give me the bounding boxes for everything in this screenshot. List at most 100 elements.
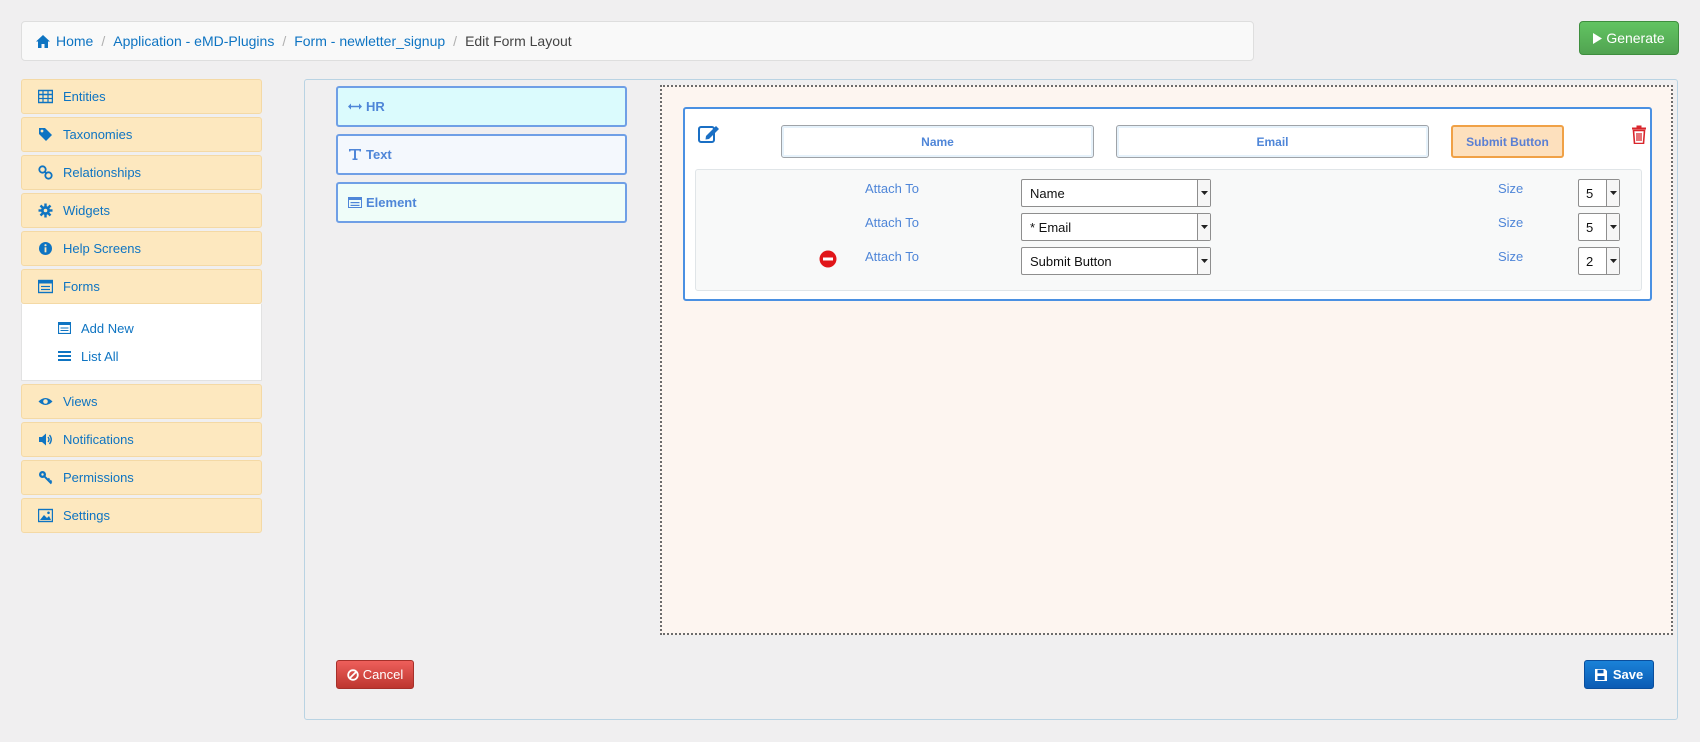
attach-to-select[interactable]: Submit Button xyxy=(1021,247,1211,275)
sidebar-subitem-add-new[interactable]: Add New xyxy=(58,314,261,342)
forms-submenu: Add New List All xyxy=(21,304,262,381)
sidebar-item-permissions[interactable]: Permissions xyxy=(21,460,262,495)
table-icon xyxy=(38,89,53,104)
size-label: Size xyxy=(1498,215,1524,230)
floppy-disk-icon xyxy=(1594,668,1607,681)
layout-row[interactable]: Name Email Submit Button Attach To Name … xyxy=(683,107,1652,301)
sidebar: Entities Taxonomies Relationships Widget… xyxy=(21,79,262,536)
field-chip-email[interactable]: Email xyxy=(1116,125,1429,158)
breadcrumb-home-label: Home xyxy=(56,33,94,49)
breadcrumb-form-label: Form - newletter_signup xyxy=(294,33,446,49)
size-select[interactable]: 5 xyxy=(1578,179,1620,207)
attach-to-select[interactable]: * Email xyxy=(1021,213,1211,241)
tool-text[interactable]: Text xyxy=(336,134,627,175)
sidebar-item-taxonomies[interactable]: Taxonomies xyxy=(21,117,262,152)
breadcrumb-separator: / xyxy=(101,33,106,49)
form-icon xyxy=(38,279,53,294)
sidebar-item-notifications[interactable]: Notifications xyxy=(21,422,262,457)
sidebar-item-views[interactable]: Views xyxy=(21,384,262,419)
field-chip-label: Submit Button xyxy=(1466,134,1549,149)
size-value: 5 xyxy=(1586,185,1594,201)
eye-icon xyxy=(38,398,53,405)
breadcrumb-separator: / xyxy=(453,33,458,49)
dropdown-arrow-icon xyxy=(1606,214,1619,240)
sidebar-item-settings[interactable]: Settings xyxy=(21,498,262,533)
cancel-button[interactable]: Cancel xyxy=(336,660,414,689)
size-value: 2 xyxy=(1586,253,1594,269)
breadcrumb-form[interactable]: Form - newletter_signup xyxy=(294,33,445,49)
breadcrumb-application-label: Application - eMD-Plugins xyxy=(113,33,275,49)
tool-element-label: Element xyxy=(366,195,417,210)
trash-icon[interactable] xyxy=(1631,125,1647,144)
breadcrumb: Home / Application - eMD-Plugins / Form … xyxy=(21,21,1254,61)
sidebar-item-entities[interactable]: Entities xyxy=(21,79,262,114)
save-button[interactable]: Save xyxy=(1584,660,1654,689)
volume-icon xyxy=(39,433,52,446)
sidebar-item-label: Relationships xyxy=(63,165,142,180)
sidebar-item-help-screens[interactable]: Help Screens xyxy=(21,231,262,266)
sidebar-subitem-label: List All xyxy=(81,348,119,364)
dropdown-arrow-icon xyxy=(1197,248,1210,274)
attach-panel: Attach To Name Size 5 Attach To * Email xyxy=(695,169,1642,291)
breadcrumb-application[interactable]: Application - eMD-Plugins xyxy=(113,33,274,49)
arrows-horizontal-icon xyxy=(348,103,362,110)
size-label: Size xyxy=(1498,249,1524,264)
cancel-label: Cancel xyxy=(362,667,404,682)
sidebar-item-label: Widgets xyxy=(63,203,110,218)
attach-to-value: Name xyxy=(1030,185,1065,201)
dropdown-arrow-icon xyxy=(1197,180,1210,206)
gear-icon xyxy=(38,203,53,218)
dropdown-arrow-icon xyxy=(1197,214,1210,240)
sidebar-item-label: Settings xyxy=(63,508,110,523)
attach-to-select[interactable]: Name xyxy=(1021,179,1211,207)
sidebar-item-label: Permissions xyxy=(63,470,134,485)
ban-icon xyxy=(347,668,359,681)
edit-icon[interactable] xyxy=(698,124,720,144)
attach-to-value: * Email xyxy=(1030,219,1072,235)
layout-canvas[interactable]: Name Email Submit Button Attach To Name … xyxy=(660,85,1673,635)
field-chip-name[interactable]: Name xyxy=(781,125,1094,158)
sidebar-item-forms[interactable]: Forms xyxy=(21,269,262,304)
field-chip-label: Email xyxy=(1256,134,1289,149)
sidebar-item-relationships[interactable]: Relationships xyxy=(21,155,262,190)
remove-circle-icon[interactable] xyxy=(819,250,837,268)
attach-to-value: Submit Button xyxy=(1030,253,1112,269)
breadcrumb-home[interactable]: Home xyxy=(36,33,93,49)
dropdown-arrow-icon xyxy=(1606,180,1619,206)
sidebar-item-widgets[interactable]: Widgets xyxy=(21,193,262,228)
attach-to-label: Attach To xyxy=(865,249,919,264)
generate-button[interactable]: Generate xyxy=(1579,21,1679,55)
layout-editor: HR Text Element Name Email Submit Button… xyxy=(304,79,1678,720)
size-value: 5 xyxy=(1586,219,1594,235)
sidebar-item-label: Help Screens xyxy=(63,241,142,256)
form-icon xyxy=(58,322,71,334)
attach-row: Attach To * Email Size 5 xyxy=(696,213,1641,243)
field-chip-submit-button[interactable]: Submit Button xyxy=(1451,125,1564,158)
sidebar-item-label: Entities xyxy=(63,89,106,104)
size-select[interactable]: 2 xyxy=(1578,247,1620,275)
sidebar-subitem-label: Add New xyxy=(81,320,134,336)
attach-to-label: Attach To xyxy=(865,181,919,196)
sidebar-item-label: Notifications xyxy=(63,432,134,447)
sidebar-item-label: Taxonomies xyxy=(63,127,133,142)
breadcrumb-separator: / xyxy=(282,33,287,49)
sidebar-item-label: Views xyxy=(63,394,98,409)
attach-to-label: Attach To xyxy=(865,215,919,230)
tag-icon xyxy=(39,128,52,141)
attach-row: Attach To Name Size 5 xyxy=(696,179,1641,209)
list-alt-icon xyxy=(348,197,362,208)
tool-element[interactable]: Element xyxy=(336,182,627,223)
text-cursor-icon xyxy=(349,149,361,160)
tool-text-label: Text xyxy=(366,147,392,162)
save-label: Save xyxy=(1612,667,1644,682)
list-icon xyxy=(58,351,71,361)
size-label: Size xyxy=(1498,181,1524,196)
dropdown-arrow-icon xyxy=(1606,248,1619,274)
link-icon xyxy=(38,165,53,180)
info-icon xyxy=(39,242,52,255)
sidebar-subitem-list-all[interactable]: List All xyxy=(58,342,261,370)
play-icon xyxy=(1593,32,1603,44)
image-icon xyxy=(38,508,53,523)
tool-hr[interactable]: HR xyxy=(336,86,627,127)
size-select[interactable]: 5 xyxy=(1578,213,1620,241)
